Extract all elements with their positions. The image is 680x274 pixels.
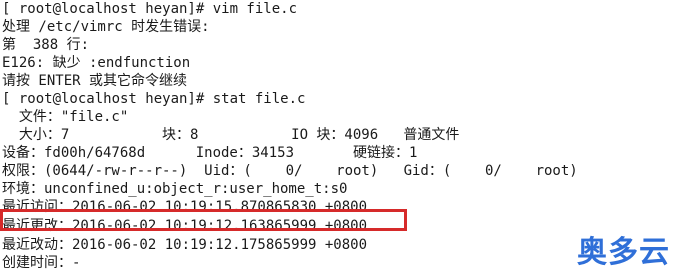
terminal-line-error-line-number: 第 388 行:: [2, 37, 90, 53]
terminal-line-press-enter: 请按 ENTER 或其它命令继续: [2, 73, 188, 89]
terminal-line-e126-missing-endfunction: E126: 缺少 :endfunction: [2, 55, 191, 71]
terminal-line-device-inode: 设备：fd00h/64768d Inode：34153 硬链接：1: [2, 145, 418, 161]
terminal-line-permissions: 权限：(0644/-rw-r--r--) Uid：( 0/ root) Gid：…: [2, 163, 578, 179]
terminal-line-context: 环境：unconfined_u:object_r:user_home_t:s0: [2, 181, 348, 197]
terminal-window[interactable]: [ root@localhost heyan]# vim file.c 处理 /…: [0, 0, 680, 274]
terminal-line-vim-command: [ root@localhost heyan]# vim file.c: [2, 1, 298, 17]
terminal-line-modify-time: 最近更改：2016-06-02 10:19:12.163865999 +0800: [2, 218, 368, 234]
watermark-logo: 奥多云: [577, 235, 670, 270]
terminal-line-size-blocks: 大小：7 块：8 IO 块：4096 普通文件: [2, 127, 460, 143]
terminal-line-stat-command: [ root@localhost heyan]# stat file.c: [2, 91, 306, 107]
terminal-line-file-name: 文件："file.c": [2, 109, 129, 125]
terminal-line-vimrc-error: 处理 /etc/vimrc 时发生错误:: [2, 19, 210, 35]
terminal-line-access-time: 最近访问：2016-06-02 10:19:15.870865830 +0800: [2, 199, 368, 215]
